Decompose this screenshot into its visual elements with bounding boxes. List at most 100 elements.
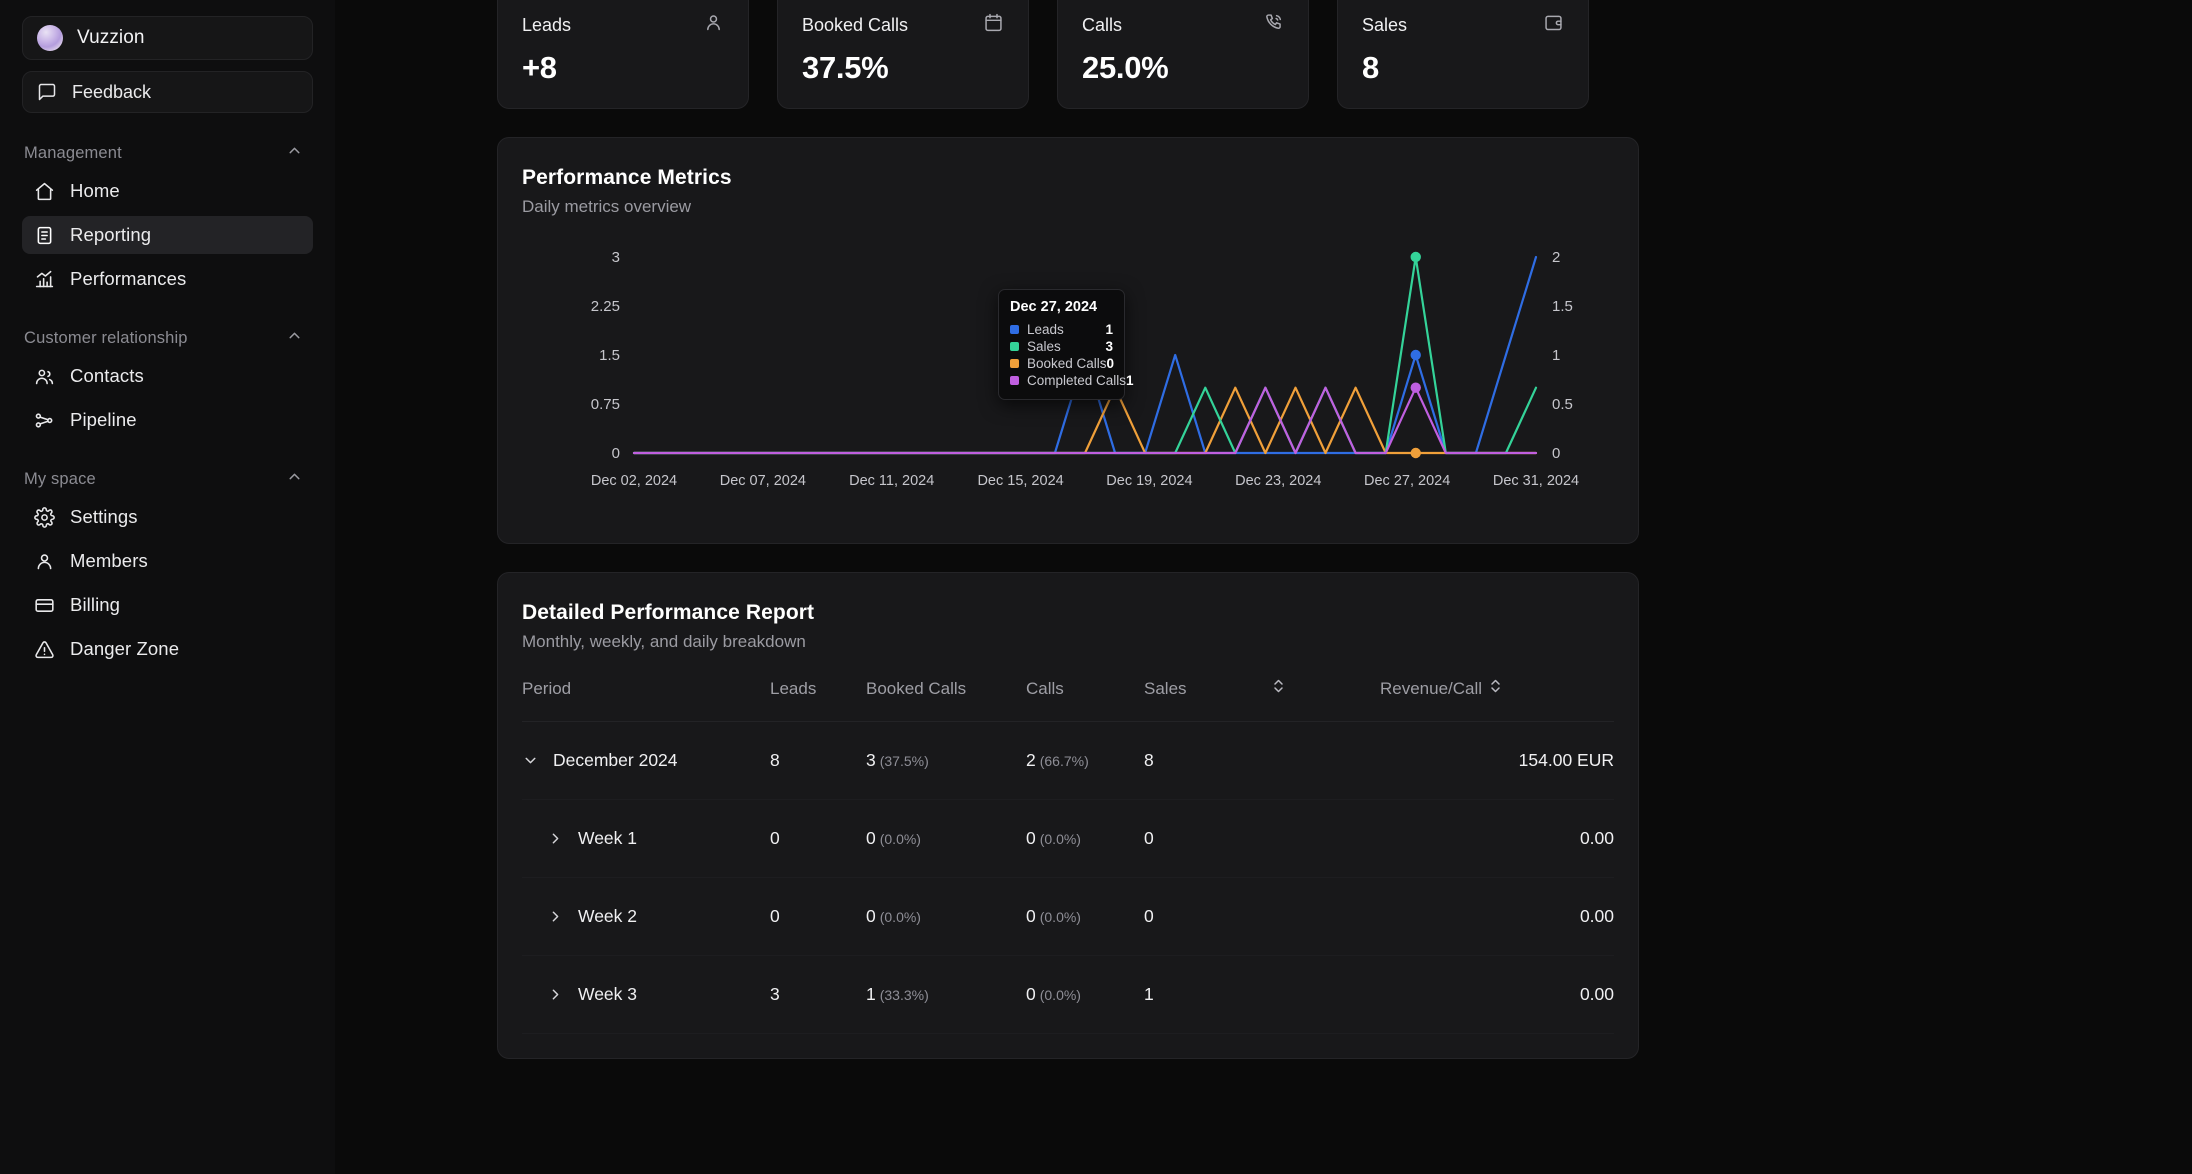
sidebar-item-billing[interactable]: Billing: [22, 586, 313, 624]
sort-revenue-button[interactable]: Revenue/Call: [1380, 678, 1502, 699]
kpi-row: Leads +8 Booked Calls 37.5% Calls 25.0% …: [335, 0, 2192, 109]
row-period-label: Week 1: [578, 828, 638, 848]
y-axis-right-tick: 0.5: [1552, 396, 1573, 413]
cell-sales: 8: [1144, 721, 1272, 800]
chevron-up-icon[interactable]: [286, 327, 303, 349]
x-axis-tick: Dec 02, 2024: [591, 473, 677, 489]
column-header-booked-calls: Booked Calls: [866, 678, 1026, 722]
cell-period: Week 1: [522, 799, 770, 878]
sidebar-item-pipeline[interactable]: Pipeline: [22, 401, 313, 439]
cell-booked-calls: 1 (33.3%): [866, 955, 1026, 1034]
kpi-header: Leads: [522, 12, 724, 38]
sidebar-item-reporting[interactable]: Reporting: [22, 216, 313, 254]
cell-booked-calls-pct: (0.0%): [879, 831, 921, 847]
cell-booked-calls-pct: (37.5%): [879, 753, 929, 769]
chevron-up-icon[interactable]: [286, 468, 303, 490]
sidebar-item-home[interactable]: Home: [22, 172, 313, 210]
avatar: [37, 25, 63, 51]
sidebar-group-management: Management Home Reporting Performances: [22, 140, 313, 298]
sidebar-group-management-title: Management: [24, 143, 122, 162]
table-row[interactable]: Week 2 0 0 (0.0%) 0 (0.0%) 0 0.00: [522, 877, 1614, 956]
panel-title: Performance Metrics: [522, 166, 732, 189]
sidebar-group-my-space: My space Settings Members Billing Danger…: [22, 466, 313, 668]
table-row[interactable]: December 2024 8 3 (37.5%) 2 (66.7%) 8 154.…: [522, 721, 1614, 800]
kpi-card-sales[interactable]: Sales 8: [1337, 0, 1589, 109]
table-header-row: Period Leads Booked Calls Calls Sales Re…: [522, 678, 1614, 722]
sidebar-item-danger-zone[interactable]: Danger Zone: [22, 630, 313, 668]
x-axis-tick: Dec 27, 2024: [1364, 473, 1450, 489]
cell-booked-calls-value: 0: [866, 906, 876, 926]
chevron-right-icon[interactable]: [547, 830, 564, 847]
y-axis-left-tick: 0.75: [591, 396, 620, 413]
kpi-value: 37.5%: [802, 50, 889, 85]
performance-chart[interactable]: 0 0.75 1.5 2.25 3 0 0.5 1 1.5 2 Dec 02, 2024 Dec 07…: [522, 239, 1614, 519]
cell-calls: 0 (0.0%): [1026, 799, 1144, 878]
sidebar-item-settings[interactable]: Settings: [22, 498, 313, 536]
y-axis-left-tick: 1.5: [599, 347, 620, 364]
y-axis-left-tick: 3: [612, 249, 620, 266]
sidebar: Vuzzion Feedback Management Home Reporti…: [0, 0, 335, 1174]
user-icon: [34, 551, 55, 572]
cell-sales: 0: [1144, 877, 1272, 956]
panel-subtitle: Daily metrics overview: [522, 197, 692, 216]
sidebar-item-home-label: Home: [70, 180, 120, 201]
sidebar-item-contacts[interactable]: Contacts: [22, 357, 313, 395]
cell-calls-pct: (66.7%): [1039, 753, 1089, 769]
sidebar-item-performances[interactable]: Performances: [22, 260, 313, 298]
app-root: Vuzzion Feedback Management Home Reporti…: [0, 0, 2192, 1174]
row-period-group: December 2024: [522, 750, 770, 771]
cell-calls-value: 0: [1026, 984, 1036, 1004]
workspace-switcher[interactable]: Vuzzion: [22, 16, 313, 60]
cell-booked-calls-value: 3: [866, 750, 876, 770]
chevron-right-icon[interactable]: [547, 908, 564, 925]
column-header-revenue-per-call[interactable]: Revenue/Call: [1380, 678, 1614, 722]
kpi-label: Calls: [1082, 14, 1123, 35]
chevron-down-icon[interactable]: [522, 752, 539, 769]
users-icon: [34, 366, 55, 387]
table-header: Period Leads Booked Calls Calls Sales Re…: [522, 678, 1614, 722]
sort-icon[interactable]: [1489, 678, 1502, 699]
sidebar-group-my-space-header[interactable]: My space: [22, 466, 313, 492]
kpi-card-calls[interactable]: Calls 25.0%: [1057, 0, 1309, 109]
series-point-leads: [1410, 349, 1421, 361]
tooltip-row-sales: Sales 3: [1010, 338, 1113, 355]
alert-triangle-icon: [34, 639, 55, 660]
cell-spacer: [1272, 955, 1380, 1034]
chevron-right-icon[interactable]: [547, 986, 564, 1003]
sort-icon[interactable]: [1272, 678, 1285, 699]
series-point-completed-calls: [1410, 382, 1421, 393]
sidebar-item-members[interactable]: Members: [22, 542, 313, 580]
tooltip-date: Dec 27, 2024: [1010, 299, 1098, 315]
kpi-card-booked-calls[interactable]: Booked Calls 37.5%: [777, 0, 1029, 109]
sidebar-item-performances-label: Performances: [70, 268, 187, 289]
kpi-card-leads[interactable]: Leads +8: [497, 0, 749, 109]
kpi-header: Sales: [1362, 12, 1564, 38]
cell-period: December 2024: [522, 721, 770, 800]
sort-sales-button[interactable]: [1272, 678, 1285, 699]
sidebar-group-customer-relationship-header[interactable]: Customer relationship: [22, 325, 313, 351]
table-row[interactable]: Week 3 3 1 (33.3%) 0 (0.0%) 1 0.00: [522, 955, 1614, 1034]
kpi-value: 25.0%: [1082, 50, 1169, 85]
row-period-label: December 2024: [553, 750, 678, 770]
y-axis-right-tick: 1.5: [1552, 298, 1573, 315]
cell-leads: 0: [770, 799, 866, 878]
row-period-label: Week 3: [578, 984, 638, 1004]
calendar-icon: [983, 12, 1004, 38]
column-header-revenue-per-call-label: Revenue/Call: [1380, 678, 1483, 698]
feedback-button[interactable]: Feedback: [22, 71, 313, 113]
cell-calls-pct: (0.0%): [1039, 831, 1081, 847]
kpi-label: Leads: [522, 14, 572, 35]
legend-swatch-completed-calls: [1010, 376, 1019, 385]
table-row[interactable]: Week 1 0 0 (0.0%) 0 (0.0%) 0 0.00: [522, 799, 1614, 878]
panel-title: Detailed Performance Report: [522, 601, 815, 624]
cell-booked-calls: 0 (0.0%): [866, 877, 1026, 956]
x-axis-tick: Dec 15, 2024: [977, 473, 1063, 489]
chevron-up-icon[interactable]: [286, 142, 303, 164]
sidebar-group-management-header[interactable]: Management: [22, 140, 313, 166]
sidebar-item-members-label: Members: [70, 550, 148, 571]
column-header-sales-sort[interactable]: [1272, 678, 1380, 722]
cell-calls: 0 (0.0%): [1026, 955, 1144, 1034]
kpi-value: 8: [1362, 50, 1379, 85]
cell-period: Week 3: [522, 955, 770, 1034]
kpi-header: Calls: [1082, 12, 1284, 38]
